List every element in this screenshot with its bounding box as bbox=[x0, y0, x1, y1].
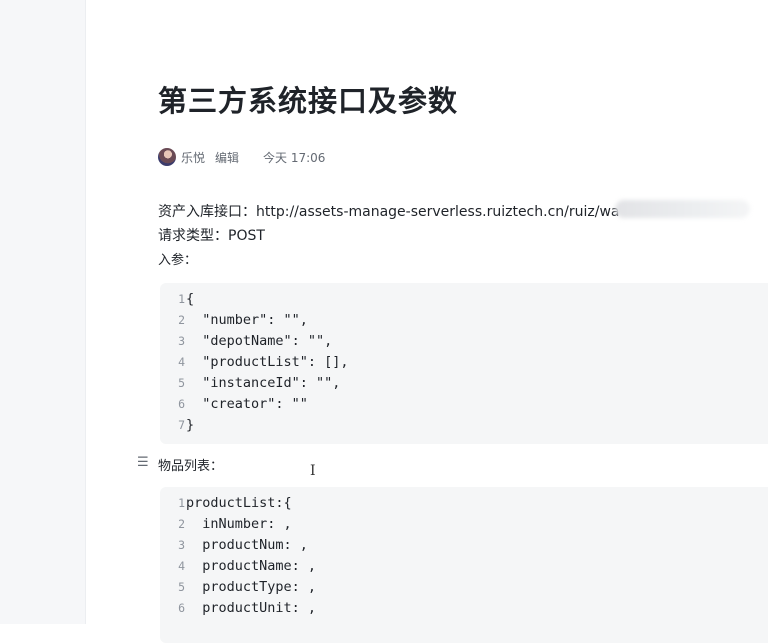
request-type-line: 请求类型：POST bbox=[158, 228, 265, 244]
code-line: 6 "creator": "" bbox=[178, 396, 308, 412]
code-line: 4 productName: , bbox=[178, 558, 317, 574]
code-line: 3 "depotName": "", bbox=[178, 333, 333, 349]
code-line: 2 inNumber: , bbox=[178, 516, 292, 532]
updated-time: 今天 17:06 bbox=[263, 150, 326, 165]
code-line: 1 productList:{ bbox=[178, 495, 292, 511]
code-line: 5 "instanceId": "", bbox=[178, 375, 341, 391]
avatar[interactable] bbox=[158, 148, 176, 166]
redacted-url-blur bbox=[615, 200, 750, 218]
list-icon[interactable]: ☰ bbox=[137, 455, 149, 470]
params-label: 入参： bbox=[158, 253, 198, 268]
product-list-heading: 物品列表： bbox=[158, 459, 224, 474]
code-line: 1{ bbox=[178, 291, 195, 307]
page-title: 第三方系统接口及参数 bbox=[158, 84, 459, 118]
text-cursor-icon: I bbox=[310, 463, 316, 479]
code-line: 7} bbox=[178, 417, 195, 433]
code-line: 5 productType: , bbox=[178, 579, 317, 595]
code-line: 3 productNum: , bbox=[178, 537, 308, 553]
edit-status: 编辑 bbox=[215, 150, 240, 165]
code-block-product-list[interactable]: 1 productList:{ 2 inNumber: , 3 productNu… bbox=[160, 487, 768, 643]
code-line: 2 "number": "", bbox=[178, 312, 308, 328]
code-block-params[interactable]: 1{ 2 "number": "", 3 "depotName": "", 4 … bbox=[160, 283, 768, 444]
api-endpoint-line: 资产入库接口：http://assets-manage-serverless.r… bbox=[158, 204, 620, 220]
author-name[interactable]: 乐悦 bbox=[181, 149, 205, 166]
doc-meta: 乐悦 编辑 今天 17:06 bbox=[158, 147, 325, 167]
code-line: 4 "productList": [], bbox=[178, 354, 349, 370]
code-line: 6 productUnit: , bbox=[178, 600, 317, 616]
left-sidebar bbox=[0, 0, 86, 624]
